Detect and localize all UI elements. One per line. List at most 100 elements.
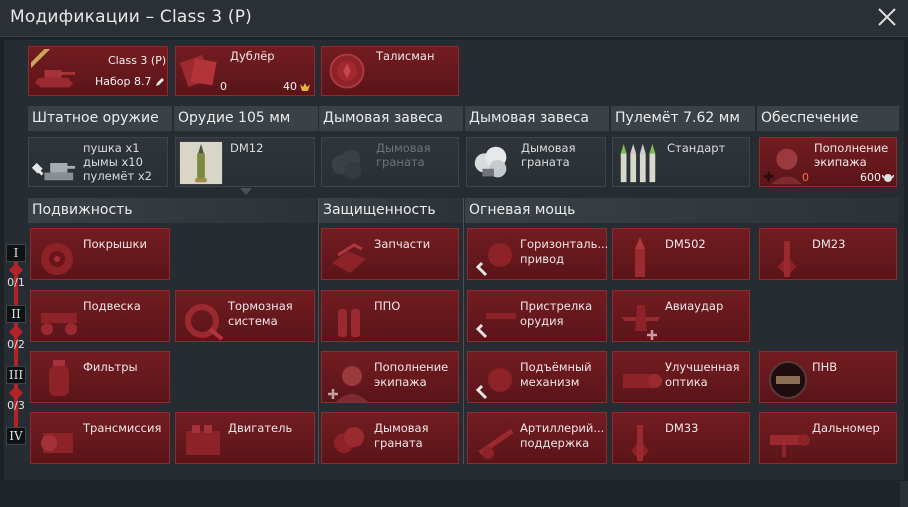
title-bar: Модификации – Class 3 (P) [0,0,908,37]
talisman-icon [329,53,365,89]
brake-icon [185,304,224,341]
close-icon [878,8,896,26]
rangefinder-icon [770,434,810,457]
mod-filters[interactable]: Фильтры [30,351,170,403]
tier-3-label: III [6,366,26,384]
mod-adjustment[interactable]: Пристрелка орудия [467,290,607,342]
horizontal-drive-icon [475,243,512,277]
cannon-dropdown-icon[interactable] [240,188,252,195]
artillery-icon [478,428,514,459]
mod-rangefinder-label: Дальномер [812,421,880,435]
standard-loadout-line-2: дымы x10 [83,155,143,169]
pencil-icon[interactable] [155,77,165,87]
mod-engine-label: Двигатель [228,421,293,435]
crew-replenish-line-2: экипажа [814,155,867,169]
mod-tires-label: Покрышки [83,237,147,251]
mod-optics-line-1: Улучшенная [665,360,740,374]
mod-parts[interactable]: Запчасти [321,228,459,280]
mod-engine[interactable]: Двигатель [175,412,315,464]
mod-airstrike[interactable]: Авиаудар [612,290,750,342]
elevation-mechanism-icon [475,368,512,400]
smoke-grenade-card-disabled[interactable]: Дымовая граната [321,137,459,187]
mod-suspension[interactable]: Подвеска [30,290,170,342]
mod-horizontal-drive-line-2: привод [520,252,565,266]
fire-extinguisher-icon [338,309,360,337]
smoke-grenade-icon [331,149,362,180]
parts-icon [332,243,366,273]
tier-1-progress: 0/1 [7,276,25,289]
mod-dm33-label: DM33 [665,421,699,435]
mod-elevation-line-1: Подъёмный [520,360,592,374]
crew-replenish-count: 0 [802,171,809,184]
mod-night-vision[interactable]: ПНВ [759,351,897,403]
mod-transmission-label: Трансмиссия [83,421,162,435]
category-machine-gun: Пулемёт 7.62 мм [611,106,755,131]
optics-icon [623,374,662,388]
preset-label: Набор 8.7 [95,75,152,88]
category-standard-weapon: Штатное оружие [28,106,172,131]
mod-dm502[interactable]: DM502 [612,228,750,280]
close-button[interactable] [876,6,898,28]
scrollbar[interactable] [900,481,908,507]
mod-filters-label: Фильтры [83,360,138,374]
mod-horizontal-drive[interactable]: Горизонталь... привод [467,228,608,280]
mod-artillery[interactable]: Артиллерий... поддержка [467,412,607,464]
category-cannon: Орудие 105 мм [174,106,318,131]
crew-portrait-icon [328,366,368,402]
mod-crew-replenish[interactable]: Пополнение экипажа [321,351,459,403]
mod-brakes-line-1: Тормозная [228,299,293,313]
talisman-card[interactable]: Талисман [321,46,459,96]
cannon-ammo-card[interactable]: DM12 [175,137,315,187]
mod-crew-replenish-line-1: Пополнение [374,360,449,374]
smoke-grenade-line-1: Дымовая [376,141,431,155]
mod-fire-protection-label: ППО [374,299,401,313]
transmission-icon [41,433,73,453]
column-divider [318,198,319,464]
vehicle-card[interactable]: Class 3 (P) Набор 8.7 [28,46,168,96]
suspension-icon [41,313,77,335]
cannon-ammo-label: DM12 [230,141,264,155]
smoke-grenade-line-2: граната [521,155,570,169]
standard-loadout-line-3: пулемёт x2 [83,169,152,183]
backup-icon [179,54,217,88]
section-mobility: Подвижность [28,198,316,223]
golden-eagle-icon [300,83,310,91]
mod-crew-replenish-line-2: экипажа [374,375,427,389]
mod-dm23[interactable]: DM23 [759,228,897,280]
window-title: Модификации – Class 3 (P) [10,7,252,27]
smoke-grenade-line-2: граната [376,155,425,169]
mod-smoke-grenade[interactable]: Дымовая граната [321,412,459,464]
mod-brakes[interactable]: Тормозная система [175,290,315,342]
shell-icon [778,241,796,277]
mod-tires[interactable]: Покрышки [30,228,170,280]
section-protection: Защищенность [319,198,463,223]
tier-1-label: I [6,244,26,262]
smoke-grenade-card[interactable]: Дымовая граната [466,137,606,187]
tier-2-progress: 0/2 [7,338,25,351]
mg-ammo-card[interactable]: Стандарт [612,137,750,187]
category-smoke-screen-2: Дымовая завеса [465,106,609,131]
silver-lion-icon [882,174,894,182]
mod-fire-protection[interactable]: ППО [321,290,459,342]
engine-icon [186,425,220,455]
tank-thumbnail-icon [31,49,76,88]
mod-elevation[interactable]: Подъёмный механизм [467,351,607,403]
mod-optics[interactable]: Улучшенная оптика [612,351,750,403]
mg-bullets-icon [620,143,656,183]
backup-label: Дублёр [230,49,275,63]
night-vision-icon [769,361,807,399]
mod-artillery-line-1: Артиллерий... [520,421,605,435]
shell-icon [631,425,649,461]
crew-replenish-support-card[interactable]: Пополнение экипажа 0 600 [759,137,897,187]
mod-smoke-grenade-line-2: граната [374,436,423,450]
smoke-grenade-line-1: Дымовая [521,141,576,155]
backup-card[interactable]: Дублёр 0 40 [175,46,315,96]
shell-icon [635,237,645,277]
mod-smoke-grenade-line-1: Дымовая [374,421,429,435]
mod-dm33[interactable]: DM33 [612,412,750,464]
mod-transmission[interactable]: Трансмиссия [30,412,170,464]
talisman-label: Талисман [376,49,435,63]
standard-weapon-card[interactable]: пушка x1 дымы x10 пулемёт x2 [28,137,168,187]
mod-rangefinder[interactable]: Дальномер [759,412,897,464]
tank-loadout-icon [31,162,76,181]
